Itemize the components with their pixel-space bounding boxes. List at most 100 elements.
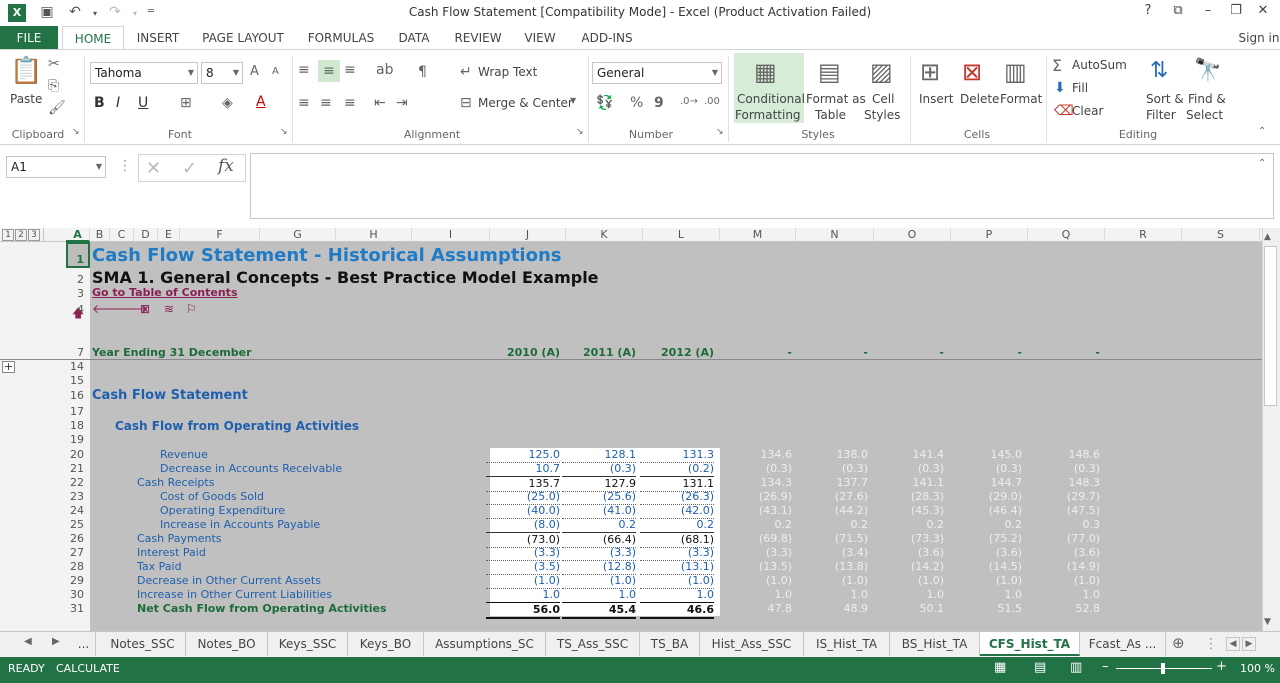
error-check-icon[interactable]: ⊠: [140, 302, 150, 316]
table-cell[interactable]: (0.2): [640, 462, 714, 477]
vertical-scroll-thumb[interactable]: [1264, 246, 1277, 406]
align-middle-icon[interactable]: ≡: [318, 60, 340, 82]
page-break-view-icon[interactable]: ▥: [1070, 660, 1082, 675]
merge-center-button[interactable]: Merge & Center: [478, 96, 573, 110]
number-format-combo[interactable]: General▼: [592, 62, 722, 84]
table-cell[interactable]: (71.5): [794, 532, 868, 546]
cancel-entry-icon[interactable]: ✕: [146, 158, 161, 179]
row-header[interactable]: 24: [46, 504, 88, 517]
table-cell[interactable]: 48.9: [794, 602, 868, 616]
table-cell[interactable]: 0.2: [562, 518, 636, 533]
table-cell[interactable]: (47.5): [1026, 504, 1100, 518]
row-header[interactable]: 20: [46, 448, 88, 461]
cell-styles-icon[interactable]: ▨: [870, 58, 893, 86]
table-label[interactable]: Table: [815, 108, 846, 122]
table-cell[interactable]: (1.0): [794, 574, 868, 588]
table-cell[interactable]: (45.3): [870, 504, 944, 518]
new-sheet-icon[interactable]: ⊕: [1172, 634, 1185, 652]
scroll-up-icon[interactable]: ▲: [1264, 232, 1271, 242]
format-as-table-icon[interactable]: ▤: [818, 58, 841, 86]
table-cell[interactable]: (69.8): [718, 532, 792, 546]
currency-icon[interactable]: 💱: [596, 95, 613, 111]
table-cell[interactable]: 134.3: [718, 476, 792, 490]
prev-sheet-icon[interactable]: ◀: [24, 636, 32, 647]
table-cell[interactable]: (40.0): [486, 504, 560, 519]
table-cell[interactable]: 0.2: [718, 518, 792, 532]
formula-input[interactable]: [250, 153, 1274, 219]
autosum-icon[interactable]: Σ: [1052, 56, 1062, 75]
grow-font-icon[interactable]: A: [250, 64, 259, 79]
insert-cells-icon[interactable]: ⊞: [920, 58, 940, 86]
row-header[interactable]: 3: [46, 287, 88, 300]
align-left-icon[interactable]: ≡: [298, 95, 310, 111]
fill-button[interactable]: Fill: [1072, 81, 1088, 95]
find-label[interactable]: Find &: [1188, 92, 1226, 106]
tab-insert[interactable]: INSERT: [130, 26, 186, 50]
zoom-out-icon[interactable]: –: [1102, 659, 1109, 674]
styles-button-label[interactable]: Styles: [864, 108, 900, 122]
table-cell[interactable]: (3.5): [486, 560, 560, 575]
row-header[interactable]: 25: [46, 518, 88, 531]
table-cell[interactable]: (14.2): [870, 560, 944, 574]
row-header[interactable]: 4: [46, 303, 88, 316]
table-cell[interactable]: 47.8: [718, 602, 792, 616]
shrink-font-icon[interactable]: A: [272, 66, 279, 77]
wave-icon[interactable]: ≋: [164, 302, 174, 316]
table-cell[interactable]: 1.0: [562, 588, 636, 603]
outline-level-2[interactable]: 2: [15, 229, 27, 241]
table-cell[interactable]: (3.3): [562, 546, 636, 561]
table-cell[interactable]: 141.1: [870, 476, 944, 490]
cut-icon[interactable]: ✂: [48, 56, 60, 72]
table-cell[interactable]: 1.0: [640, 588, 714, 603]
row-header[interactable]: 7: [46, 346, 88, 359]
row-header[interactable]: 31: [46, 602, 88, 615]
col-header-b[interactable]: B: [90, 228, 110, 242]
table-cell[interactable]: 0.3: [1026, 518, 1100, 532]
table-cell[interactable]: (0.3): [794, 462, 868, 476]
tab-add-ins[interactable]: ADD-INS: [576, 26, 638, 50]
table-cell[interactable]: (1.0): [486, 574, 560, 589]
copy-icon[interactable]: ⎘: [48, 78, 59, 94]
delete-cells-button[interactable]: Delete: [960, 92, 999, 106]
table-cell[interactable]: (13.5): [718, 560, 792, 574]
ribbon-display-icon[interactable]: ⧉: [1165, 3, 1191, 18]
sheet-tab[interactable]: TS_BA: [640, 632, 700, 656]
sheet-tab[interactable]: IS_Hist_TA: [804, 632, 890, 656]
outline-level-1[interactable]: 1: [2, 229, 14, 241]
table-cell[interactable]: 1.0: [870, 588, 944, 602]
table-cell[interactable]: 148.6: [1026, 448, 1100, 462]
sheet-tab[interactable]: ...: [72, 632, 96, 656]
font-name-combo[interactable]: Tahoma▼: [90, 62, 198, 84]
fill-color-icon[interactable]: ◈: [222, 95, 233, 111]
sheet-tab[interactable]: Notes_SSC: [100, 632, 186, 656]
sort-label[interactable]: Sort &: [1146, 92, 1184, 106]
table-cell[interactable]: (8.0): [486, 518, 560, 533]
sheet-tab[interactable]: CFS_Hist_TA: [980, 632, 1080, 656]
merge-center-icon[interactable]: ⊟: [460, 95, 472, 111]
table-cell[interactable]: 0.2: [794, 518, 868, 532]
help-icon[interactable]: ?: [1135, 3, 1161, 18]
table-cell[interactable]: (73.3): [870, 532, 944, 546]
wrap-text-button[interactable]: Wrap Text: [478, 65, 537, 79]
sheet-tab[interactable]: Hist_Ass_SSC: [700, 632, 804, 656]
clear-icon[interactable]: ⌫: [1054, 103, 1074, 119]
row-header[interactable]: 28: [46, 560, 88, 573]
table-cell[interactable]: 137.7: [794, 476, 868, 490]
tab-formulas[interactable]: FORMULAS: [300, 26, 382, 50]
table-cell[interactable]: (28.3): [870, 490, 944, 504]
minimize-icon[interactable]: –: [1195, 3, 1221, 18]
tab-view[interactable]: VIEW: [518, 26, 562, 50]
confirm-entry-icon[interactable]: ✓: [182, 158, 197, 179]
table-cell[interactable]: (0.3): [870, 462, 944, 476]
table-cell[interactable]: (14.9): [1026, 560, 1100, 574]
sheet-tab[interactable]: TS_Ass_SSC: [546, 632, 640, 656]
table-cell[interactable]: (3.4): [794, 546, 868, 560]
chevron-down-icon[interactable]: ▼: [570, 96, 576, 105]
table-cell[interactable]: (75.2): [948, 532, 1022, 546]
align-right-icon[interactable]: ≡: [344, 95, 356, 111]
flag-icon[interactable]: ⚐: [186, 302, 197, 316]
font-color-icon[interactable]: A: [256, 94, 266, 110]
col-header-f[interactable]: F: [180, 228, 260, 242]
sheet-tab[interactable]: Fcast_As ...: [1080, 632, 1166, 656]
tab-home[interactable]: HOME: [62, 26, 124, 50]
